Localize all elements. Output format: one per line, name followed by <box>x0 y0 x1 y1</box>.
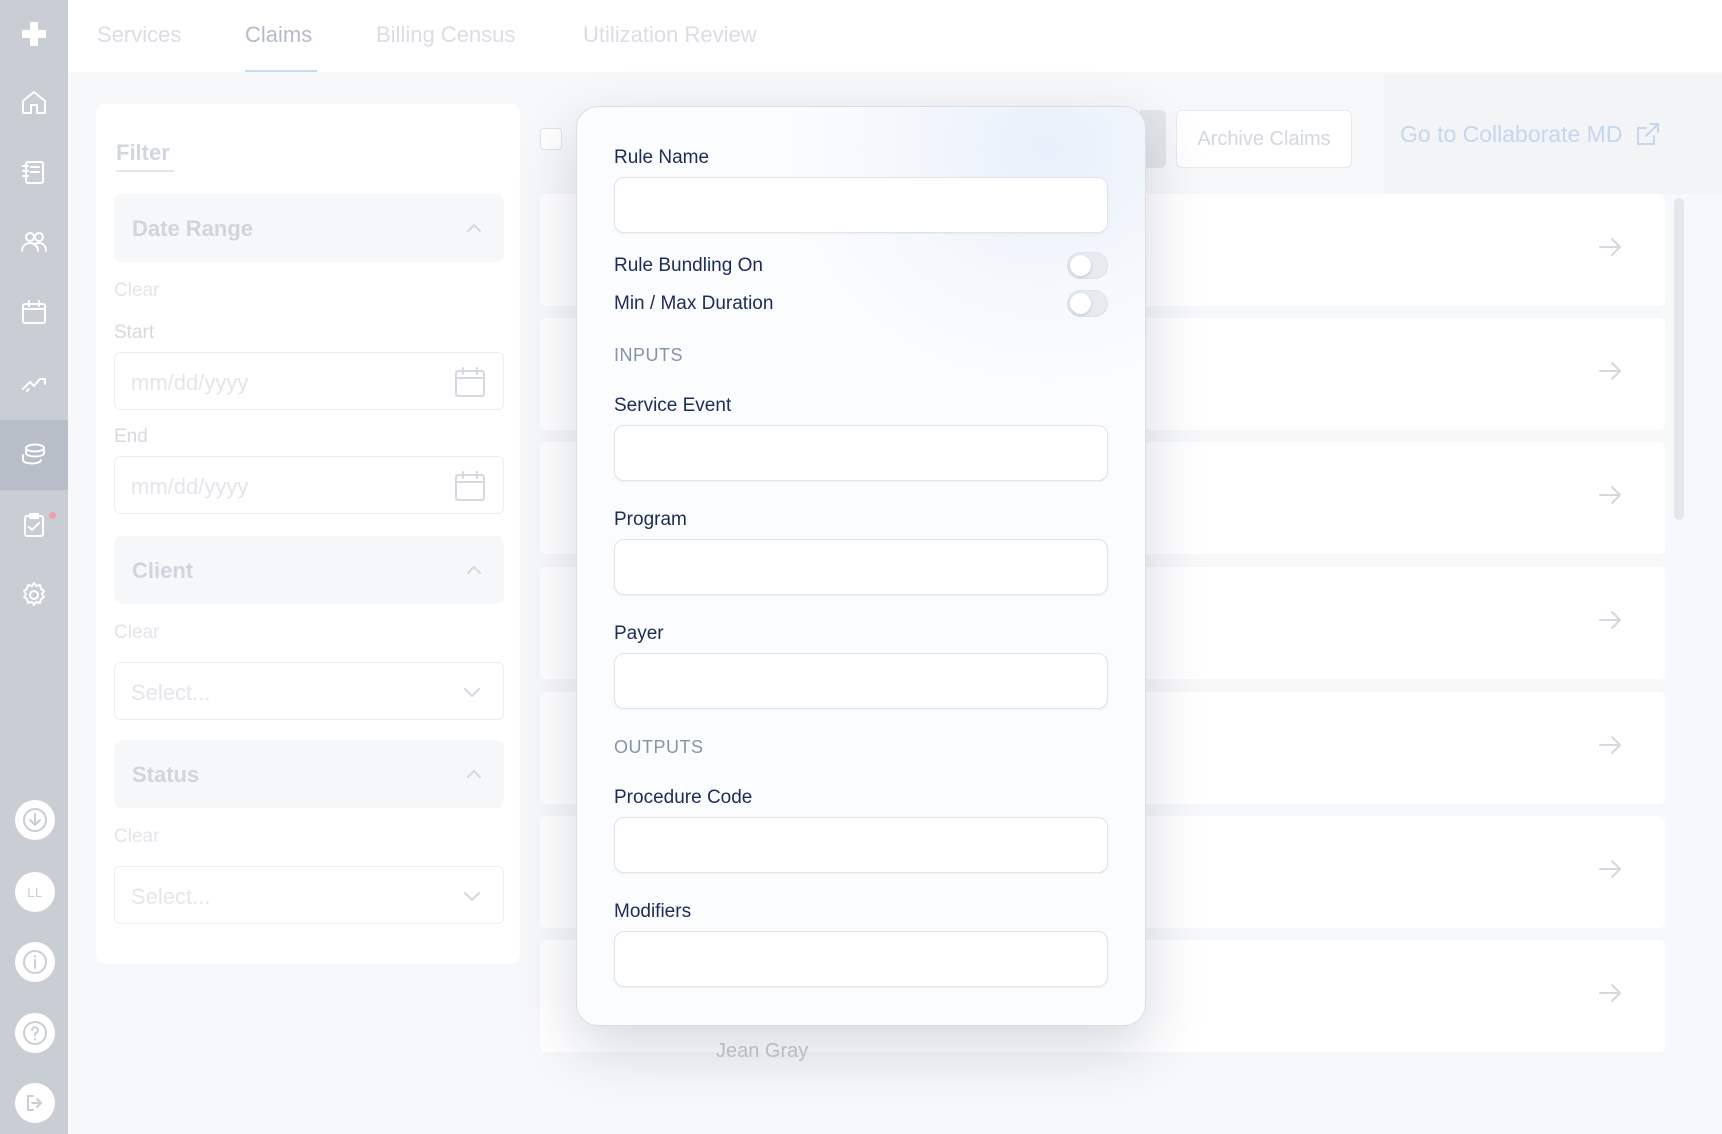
payer-input[interactable] <box>614 653 1108 709</box>
chevron-up-icon <box>464 764 484 784</box>
arrow-right-icon[interactable] <box>1595 480 1625 510</box>
help-icon[interactable] <box>15 1013 55 1053</box>
notebook-icon[interactable] <box>14 152 54 192</box>
external-link-icon <box>1637 123 1660 145</box>
billing-icon[interactable] <box>14 435 54 475</box>
tab-utilization-review[interactable]: Utilization Review <box>583 22 757 48</box>
gear-icon[interactable] <box>14 575 54 615</box>
trend-icon[interactable] <box>14 362 54 402</box>
start-date-placeholder: mm/dd/yyyy <box>131 370 249 395</box>
status-accordion[interactable]: Status <box>114 740 504 808</box>
date-range-accordion[interactable]: Date Range <box>114 194 504 262</box>
client-select[interactable]: Select... <box>114 662 504 720</box>
rule-bundling-label: Rule Bundling On <box>614 255 763 276</box>
list-scrollbar[interactable] <box>1674 198 1684 520</box>
tab-billing-census[interactable]: Billing Census <box>376 22 515 48</box>
top-tab-bar: Services Claims Billing Census Utilizati… <box>68 0 1722 72</box>
status-select[interactable]: Select... <box>114 866 504 924</box>
filter-title: Filter <box>116 140 170 165</box>
left-nav-rail: LL <box>0 0 68 1134</box>
plus-logo-icon[interactable] <box>14 14 54 54</box>
arrow-right-icon[interactable] <box>1595 978 1625 1008</box>
rule-name-input[interactable] <box>614 177 1108 233</box>
program-label: Program <box>614 509 687 530</box>
active-tab-underline <box>245 70 317 72</box>
arrow-right-icon[interactable] <box>1595 730 1625 760</box>
min-max-duration-toggle[interactable] <box>1067 290 1108 317</box>
end-date-placeholder: mm/dd/yyyy <box>131 474 249 499</box>
rule-name-label: Rule Name <box>614 147 710 168</box>
avatar[interactable]: LL <box>15 872 55 912</box>
end-date-label: End <box>114 426 148 447</box>
outputs-section-header: OUTPUTS <box>614 737 704 757</box>
download-icon[interactable] <box>15 800 55 840</box>
payer-label: Payer <box>614 623 664 644</box>
tab-services[interactable]: Services <box>97 22 181 48</box>
rule-bundling-toggle[interactable] <box>1067 252 1108 279</box>
min-max-duration-label: Min / Max Duration <box>614 293 774 314</box>
toggle-knob <box>1070 255 1091 276</box>
home-icon[interactable] <box>14 82 54 122</box>
client-accordion[interactable]: Client <box>114 536 504 604</box>
modifiers-label: Modifiers <box>614 901 692 922</box>
chevron-down-icon <box>461 681 483 703</box>
arrow-right-icon[interactable] <box>1595 854 1625 884</box>
arrow-right-icon[interactable] <box>1595 356 1625 386</box>
logout-icon[interactable] <box>15 1083 55 1123</box>
chevron-down-icon <box>461 885 483 907</box>
client-select-placeholder: Select... <box>131 680 211 705</box>
calendar-icon[interactable] <box>453 469 487 503</box>
info-icon[interactable] <box>15 942 55 982</box>
billing-rule-modal: Rule Name Rule Bundling On Min / Max Dur… <box>576 106 1146 1026</box>
tab-claims[interactable]: Claims <box>245 22 312 48</box>
select-all-checkbox[interactable] <box>540 128 562 150</box>
claim-row-client-name: Jean Gray <box>716 1040 809 1062</box>
archive-claims-button[interactable]: Archive Claims <box>1176 110 1352 168</box>
arrow-right-icon[interactable] <box>1595 232 1625 262</box>
collaborate-md-link[interactable]: Go to Collaborate MD <box>1400 120 1662 148</box>
clipboard-check-icon[interactable] <box>14 505 54 545</box>
start-date-input[interactable]: mm/dd/yyyy <box>114 352 504 410</box>
client-label: Client <box>132 558 194 583</box>
program-input[interactable] <box>614 539 1108 595</box>
service-event-label: Service Event <box>614 395 732 416</box>
users-icon[interactable] <box>14 222 54 262</box>
modifiers-input[interactable] <box>614 931 1108 987</box>
notification-dot <box>49 512 56 519</box>
collaborate-md-label: Go to Collaborate MD <box>1400 120 1623 147</box>
arrow-right-icon[interactable] <box>1595 605 1625 635</box>
status-label: Status <box>132 762 200 787</box>
toggle-knob <box>1070 293 1091 314</box>
service-event-input[interactable] <box>614 425 1108 481</box>
status-select-placeholder: Select... <box>131 884 211 909</box>
calendar-icon[interactable] <box>14 292 54 332</box>
status-clear[interactable]: Clear <box>114 826 159 848</box>
end-date-input[interactable]: mm/dd/yyyy <box>114 456 504 514</box>
avatar-initials: LL <box>27 884 43 900</box>
start-date-label: Start <box>114 322 155 343</box>
inputs-section-header: INPUTS <box>614 345 684 365</box>
chevron-up-icon <box>464 218 484 238</box>
date-range-label: Date Range <box>132 216 254 241</box>
filter-panel: Filter Date Range Clear Start mm/dd/yyyy… <box>96 104 520 964</box>
client-clear[interactable]: Clear <box>114 622 159 644</box>
chevron-up-icon <box>464 560 484 580</box>
procedure-code-input[interactable] <box>614 817 1108 873</box>
date-range-clear[interactable]: Clear <box>114 280 159 302</box>
calendar-icon[interactable] <box>453 365 487 399</box>
filter-title-underline <box>116 170 174 172</box>
procedure-code-label: Procedure Code <box>614 787 753 808</box>
